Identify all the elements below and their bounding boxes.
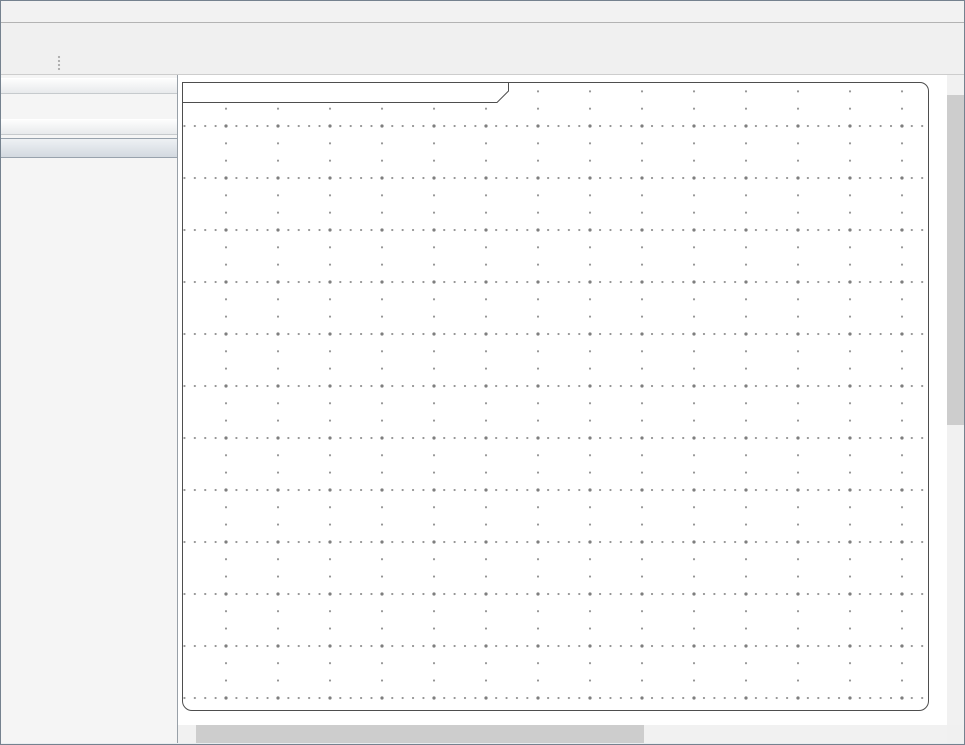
vertical-scrollbar-thumb[interactable] xyxy=(947,95,964,425)
palette-tools-row xyxy=(1,94,177,119)
palette-section-activity-diagram[interactable] xyxy=(1,138,177,158)
diagram-frame[interactable] xyxy=(182,82,929,711)
palette-section-tools[interactable] xyxy=(1,78,177,94)
diagram-palette xyxy=(1,75,178,743)
scroll-up-button[interactable] xyxy=(947,75,964,92)
secondary-toolbar xyxy=(1,53,964,75)
tab-bar-controls xyxy=(948,1,964,22)
containment-browser-button[interactable] xyxy=(66,53,88,75)
main-content xyxy=(1,75,964,743)
application-window xyxy=(0,0,965,745)
toolbar-drag-handle xyxy=(57,55,61,72)
canvas-area xyxy=(178,75,964,743)
horizontal-scrollbar-thumb[interactable] xyxy=(196,725,644,743)
diagram-canvas[interactable] xyxy=(178,75,947,725)
horizontal-scrollbar[interactable] xyxy=(178,725,947,743)
tab-bar xyxy=(1,1,964,23)
diagram-frame-header[interactable] xyxy=(182,82,509,103)
scroll-right-button[interactable] xyxy=(930,725,947,743)
scroll-left-button[interactable] xyxy=(178,725,195,743)
scrollbar-corner xyxy=(947,725,964,743)
main-toolbar xyxy=(1,23,964,53)
palette-scroll-up-button[interactable] xyxy=(1,162,177,176)
frame-header-text xyxy=(182,82,509,102)
palette-section-common[interactable] xyxy=(1,119,177,135)
scroll-down-button[interactable] xyxy=(947,708,964,725)
vertical-scrollbar[interactable] xyxy=(947,75,964,725)
